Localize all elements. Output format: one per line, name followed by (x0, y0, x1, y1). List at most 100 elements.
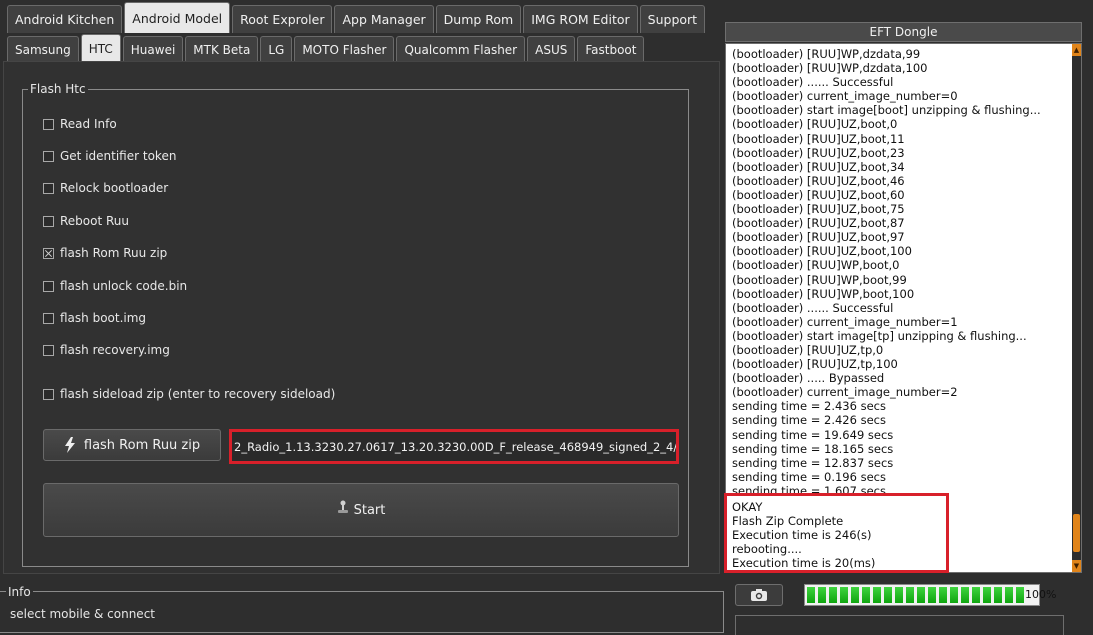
option-flash-sideload-zip-enter-to-recovery-sideload[interactable]: flash sideload zip (enter to recovery si… (43, 387, 335, 401)
info-status-text: select mobile & connect (10, 607, 155, 621)
log-line: (bootloader) [RUU]UZ,tp,100 (732, 357, 898, 372)
tab-moto-flasher[interactable]: MOTO Flasher (294, 36, 395, 62)
tab-android-model[interactable]: Android Model (124, 2, 231, 33)
scroll-down-icon[interactable]: ▼ (1072, 560, 1081, 572)
lightning-icon (64, 437, 75, 453)
option-label: flash unlock code.bin (60, 279, 188, 293)
checkbox[interactable] (43, 215, 54, 227)
checkbox[interactable] (43, 182, 54, 194)
option-relock-bootloader[interactable]: Relock bootloader (43, 181, 168, 195)
log-line: (bootloader) [RUU]UZ,boot,75 (732, 202, 905, 217)
log-line: (bootloader) [RUU]UZ,boot,0 (732, 117, 898, 132)
flash-group-title: Flash Htc (28, 82, 88, 96)
checkbox[interactable] (43, 312, 54, 324)
log-line: (bootloader) [RUU]WP,dzdata,99 (732, 47, 921, 61)
screenshot-button[interactable] (735, 584, 783, 606)
log-line: (bootloader) [RUU]UZ,boot,87 (732, 216, 905, 231)
checkbox[interactable] (43, 118, 54, 130)
checkbox[interactable] (43, 280, 54, 292)
log-line: sending time = 12.837 secs (732, 455, 894, 470)
log-scrollbar[interactable]: ▲ ▼ (1072, 44, 1081, 572)
log-line-highlight: Execution time is 20(ms) (732, 556, 876, 570)
progress-segment (928, 587, 936, 603)
option-label: Relock bootloader (60, 181, 169, 195)
progress-segment (873, 587, 881, 603)
progress-segment (1016, 587, 1024, 603)
progress-segment (818, 587, 826, 603)
log-line: (bootloader) current_image_number=0 (732, 89, 958, 104)
tab-samsung[interactable]: Samsung (7, 36, 79, 62)
tab-root-exproler[interactable]: Root Exproler (232, 5, 333, 33)
flash-rom-ruu-zip-button[interactable]: flash Rom Ruu zip (43, 429, 221, 461)
flash-button-label: flash Rom Ruu zip (83, 437, 201, 453)
log-line: (bootloader) [RUU]UZ,boot,46 (732, 173, 905, 188)
tab-asus[interactable]: ASUS (527, 36, 576, 62)
option-label: flash boot.img (60, 311, 147, 325)
log-line: (bootloader) [RUU]UZ,boot,97 (732, 230, 905, 245)
option-label: Read Info (60, 117, 117, 131)
checkbox[interactable] (43, 344, 54, 356)
tab-lg[interactable]: LG (260, 36, 293, 62)
log-lines: (bootloader) [RUU]WP,dzdata,99 (bootloade… (732, 47, 1067, 498)
tab-support[interactable]: Support (639, 5, 706, 33)
option-read-info[interactable]: Read Info (43, 117, 117, 131)
log-line: sending time = 2.426 secs (732, 413, 886, 428)
option-label: flash recovery.img (60, 343, 170, 357)
tab-android-kitchen[interactable]: Android Kitchen (7, 5, 123, 33)
progress-label: 100% (1025, 588, 1057, 601)
tab-fastboot[interactable]: Fastboot (577, 36, 645, 62)
log-line: (bootloader) [RUU]UZ,boot,11 (732, 131, 905, 146)
main-tab-bar: Android Kitchen Android Model Root Exprole… (7, 2, 707, 33)
progress-segment (906, 587, 914, 603)
progress-segment (1005, 587, 1013, 603)
checkbox[interactable] (43, 247, 54, 259)
log-line-highlight: rebooting.... (732, 542, 802, 556)
tab-qualcomm-flasher[interactable]: Qualcomm Flasher (396, 36, 526, 62)
progress-segment (917, 587, 925, 603)
tab-huawei[interactable]: Huawei (122, 36, 184, 62)
progress-segment (895, 587, 903, 603)
option-flash-boot-img[interactable]: flash boot.img (43, 311, 146, 325)
log-line: (bootloader) [RUU]WP,boot,99 (732, 272, 907, 287)
progress-segment (939, 587, 947, 603)
start-button[interactable]: Start (43, 483, 679, 537)
progress-segment (972, 587, 980, 603)
log-line: sending time = 19.649 secs (732, 427, 894, 442)
log-line-highlight: Flash Zip Complete (732, 514, 844, 528)
file-path-field[interactable]: 2_Radio_1.13.3230.27.0617_13.20.3230.00D… (229, 429, 679, 464)
scroll-up-icon[interactable]: ▲ (1072, 44, 1081, 56)
tab-img-rom-editor[interactable]: IMG ROM Editor (523, 5, 638, 33)
tab-htc[interactable]: HTC (80, 34, 121, 62)
option-flash-unlock-code-bin[interactable]: flash unlock code.bin (43, 279, 187, 293)
tab-mtk-beta[interactable]: MTK Beta (185, 36, 259, 62)
status-box (735, 615, 1064, 635)
camera-icon (751, 589, 767, 601)
log-line: (bootloader) [RUU]UZ,boot,34 (732, 159, 905, 174)
progress-bar (804, 584, 1040, 606)
info-title: Info (6, 585, 33, 599)
log-line: (bootloader) start image[tp] unzipping &… (732, 328, 1027, 343)
checkbox[interactable] (43, 388, 54, 400)
option-label: Get identifier token (60, 149, 177, 163)
checkbox[interactable] (43, 150, 54, 162)
joystick-icon (337, 500, 348, 513)
start-button-label: Start (353, 502, 386, 518)
option-label: flash sideload zip (enter to recovery si… (60, 387, 336, 401)
log-line: (bootloader) [RUU]UZ,boot,23 (732, 145, 905, 160)
option-label: Reboot Ruu (60, 214, 130, 228)
option-get-identifier-token[interactable]: Get identifier token (43, 149, 176, 163)
log-line: (bootloader) ...... Successful (732, 75, 894, 90)
tab-app-manager[interactable]: App Manager (334, 5, 434, 33)
log-line: (bootloader) [RUU]UZ,tp,0 (732, 342, 884, 357)
log-line: sending time = 0.196 secs (732, 469, 886, 484)
progress-segment (840, 587, 848, 603)
log-line-highlight: OKAY (732, 500, 763, 514)
file-path-text: 2_Radio_1.13.3230.27.0617_13.20.3230.00D… (234, 439, 679, 454)
option-flash-rom-ruu-zip[interactable]: flash Rom Ruu zip (43, 246, 167, 260)
option-flash-recovery-img[interactable]: flash recovery.img (43, 343, 170, 357)
progress-segment (862, 587, 870, 603)
scroll-thumb[interactable] (1073, 514, 1080, 552)
log-line: (bootloader) [RUU]UZ,boot,100 (732, 244, 912, 259)
option-reboot-ruu[interactable]: Reboot Ruu (43, 214, 129, 228)
tab-dump-rom[interactable]: Dump Rom (435, 5, 522, 33)
